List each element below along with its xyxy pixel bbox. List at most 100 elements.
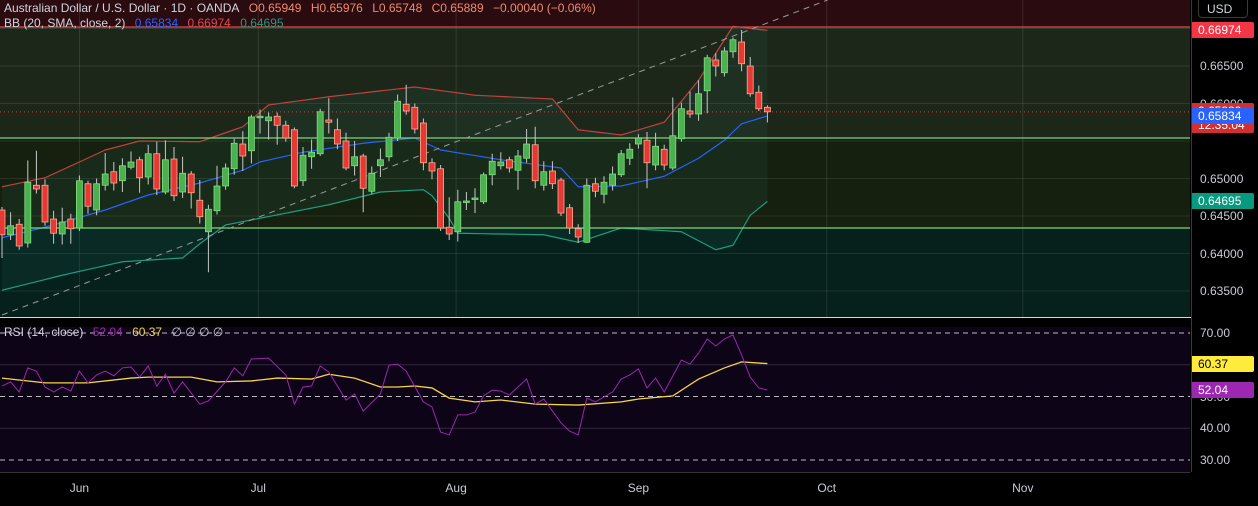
- candle: [583, 184, 591, 243]
- candle: [58, 221, 66, 235]
- rsi-label[interactable]: RSI (14, close): [4, 325, 83, 339]
- candle: [179, 172, 187, 193]
- candle: [437, 168, 445, 229]
- candle: [695, 93, 702, 115]
- rsi-legend[interactable]: RSI (14, close) 52.04 60.37 ∅ ∅ ∅ ∅: [4, 324, 229, 340]
- candle: [652, 145, 659, 166]
- candle: [299, 154, 307, 182]
- candle: [566, 207, 573, 229]
- candle: [33, 184, 40, 190]
- price-axis[interactable]: USD 0.665000.660000.650000.645000.640000…: [1191, 0, 1258, 472]
- candle: [660, 148, 668, 166]
- candle: [411, 106, 419, 130]
- price-badge: 0.66974: [1192, 22, 1254, 39]
- candle: [196, 199, 204, 218]
- price-chart-canvas[interactable]: [0, 0, 1190, 317]
- rsi-tick-label: 70.00: [1200, 326, 1231, 340]
- candle: [462, 200, 470, 203]
- price-badge: 0.64695: [1192, 193, 1254, 210]
- candle: [471, 197, 479, 200]
- candle: [686, 110, 694, 115]
- candle: [514, 155, 522, 171]
- candle: [574, 228, 582, 238]
- candle: [746, 65, 754, 95]
- candle: [617, 153, 625, 176]
- rsi-extra-values: ∅ ∅ ∅ ∅: [171, 325, 224, 339]
- candle: [385, 136, 393, 158]
- symbol-legend: Australian Dollar / U.S. Dollar · 1D · O…: [4, 0, 602, 16]
- candle: [333, 129, 341, 145]
- open-value: O0.65949: [248, 1, 302, 15]
- price-badge: 0.65834: [1192, 107, 1254, 124]
- candle: [256, 115, 264, 119]
- candle: [712, 59, 720, 67]
- low-value: L0.65748: [372, 1, 423, 15]
- candle: [635, 137, 642, 145]
- candle: [721, 50, 728, 74]
- rsi-tick-label: 30.00: [1200, 453, 1231, 467]
- price-chart-pane[interactable]: Australian Dollar / U.S. Dollar · 1D · O…: [0, 0, 1190, 317]
- price-tick-label: 0.63500: [1200, 284, 1244, 298]
- candle: [213, 185, 221, 212]
- candle: [549, 170, 556, 185]
- candle: [161, 159, 169, 193]
- time-axis[interactable]: Jun Jul Aug Sep Oct Nov: [0, 472, 1190, 506]
- candle: [626, 148, 634, 159]
- candle: [592, 183, 599, 192]
- symbol-title[interactable]: Australian Dollar / U.S. Dollar · 1D · O…: [4, 1, 239, 15]
- candle: [136, 159, 144, 179]
- bb-legend[interactable]: BB (20, SMA, close, 2) 0.65834 0.66974 0…: [4, 15, 290, 31]
- candle: [41, 184, 49, 223]
- currency-button[interactable]: USD: [1198, 0, 1248, 18]
- candle: [7, 225, 14, 236]
- candle: [273, 115, 281, 126]
- time-tick-label: Jul: [250, 481, 266, 495]
- candle: [755, 91, 763, 110]
- bb-basis-value: 0.65834: [134, 16, 179, 30]
- price-tick-label: 0.66500: [1200, 59, 1244, 73]
- candle: [669, 135, 677, 169]
- candle: [488, 160, 496, 176]
- rsi-ma-value: 60.37: [132, 325, 163, 339]
- candle: [24, 181, 32, 244]
- candle: [428, 162, 436, 172]
- candle: [402, 103, 410, 112]
- candle: [376, 159, 384, 167]
- candle: [609, 173, 616, 186]
- candle: [419, 122, 427, 164]
- candle: [497, 161, 505, 167]
- rsi-background: [0, 327, 1190, 472]
- close-value: C0.65889: [431, 1, 484, 15]
- candle: [643, 139, 651, 164]
- candle: [764, 106, 771, 113]
- candle: [127, 161, 135, 168]
- rsi-chart-canvas[interactable]: [0, 318, 1190, 472]
- candle: [600, 181, 608, 195]
- candle: [101, 173, 109, 186]
- price-tick-label: 0.64500: [1200, 209, 1244, 223]
- bb-label[interactable]: BB (20, SMA, close, 2): [4, 16, 125, 30]
- candle: [678, 108, 685, 140]
- candle: [15, 223, 23, 247]
- time-tick-label: Sep: [627, 481, 650, 495]
- candle: [505, 159, 513, 169]
- candle: [187, 173, 195, 194]
- candle: [170, 158, 178, 197]
- change-value: −0.00040 (−0.06%): [493, 1, 596, 15]
- price-tick-label: 0.64000: [1200, 246, 1244, 261]
- candle: [93, 183, 100, 211]
- candle: [144, 153, 152, 178]
- time-tick-label: Oct: [817, 481, 837, 495]
- candle: [316, 111, 324, 155]
- rsi-badge: 52.04: [1192, 382, 1254, 399]
- candle: [282, 124, 290, 139]
- candle: [557, 179, 565, 214]
- candle: [247, 116, 255, 152]
- time-tick-label: Jun: [69, 481, 90, 495]
- zone-background: [0, 27, 1190, 138]
- candle: [110, 171, 118, 184]
- candle: [523, 143, 530, 159]
- rsi-pane[interactable]: RSI (14, close) 52.04 60.37 ∅ ∅ ∅ ∅: [0, 318, 1190, 472]
- candle: [359, 155, 367, 189]
- candle: [325, 119, 333, 123]
